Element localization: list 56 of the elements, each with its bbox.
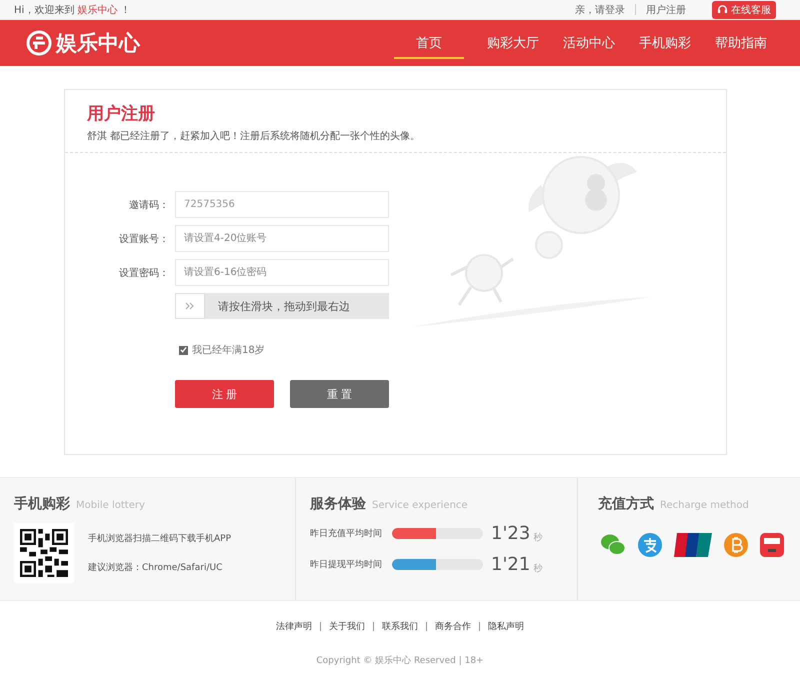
slider-hint: 请按住滑块，拖动到最右边 xyxy=(218,298,350,314)
section-subtitle: Mobile lottery xyxy=(76,500,145,511)
field-label: 设置账号： xyxy=(118,232,169,246)
logo-icon xyxy=(26,30,52,56)
stat-unit: 秒 xyxy=(533,562,542,575)
input-field[interactable]: 请设置6-16位密码 xyxy=(175,259,389,286)
top-link[interactable]: 用户注册 xyxy=(646,2,686,16)
section-title: 服务体验 xyxy=(310,495,366,513)
wallet-icon xyxy=(760,533,784,557)
footer-link[interactable]: 法律声明 xyxy=(276,620,312,633)
slider-handle[interactable] xyxy=(175,293,205,319)
slide-verify-track[interactable]: 请按住滑块，拖动到最右边 xyxy=(175,293,389,319)
stat-value: 1'23 xyxy=(491,523,530,544)
card-icon xyxy=(674,533,712,557)
info-text: 建议浏览器：Chrome/Safari/UC xyxy=(88,562,224,574)
logo-text: 娱乐中心 xyxy=(56,30,140,57)
nav-tab[interactable]: 帮助指南 xyxy=(702,20,780,66)
site-link[interactable]: 娱乐中心 xyxy=(77,2,118,16)
nav-tab[interactable]: 手机购彩 xyxy=(626,20,704,66)
field-label: 邀请码： xyxy=(128,198,169,212)
field-label: 设置密码： xyxy=(118,266,169,280)
nav-tab[interactable]: 购彩大厅 xyxy=(474,20,552,66)
page-title: 用户注册 xyxy=(87,103,156,125)
bitcoin-icon xyxy=(724,533,748,557)
chat-bubbles-icon xyxy=(600,533,626,557)
section-subtitle: Service experience xyxy=(372,500,468,511)
stat-label: 昨日提现平均时间 xyxy=(310,558,383,571)
stat-label: 昨日充值平均时间 xyxy=(310,528,383,540)
headset-icon xyxy=(717,4,728,15)
form-button[interactable]: 重 置 xyxy=(290,380,389,408)
footer-link[interactable]: 商务合作 xyxy=(435,620,471,633)
input-field[interactable]: 请设置4-20位账号 xyxy=(175,225,389,252)
info-text: 手机浏览器扫描二维码下载手机APP xyxy=(88,532,232,545)
nav-tab[interactable]: 活动中心 xyxy=(550,20,628,66)
section-title: 手机购彩 xyxy=(14,495,70,513)
chevrons-icon xyxy=(185,302,195,310)
checkbox-label: 我已经年满18岁 xyxy=(192,344,265,357)
top-link[interactable]: 亲，请登录 xyxy=(575,2,625,16)
stat-unit: 秒 xyxy=(533,532,542,544)
footer-link[interactable]: 关于我们 xyxy=(329,620,365,633)
copyright-text: Copyright © 娱乐中心 Reserved | 18+ xyxy=(316,654,484,667)
stat-value: 1'21 xyxy=(491,554,530,575)
footer-link[interactable]: 联系我们 xyxy=(382,620,418,633)
section-title: 充值方式 xyxy=(598,495,654,513)
nav-tab[interactable]: 首页 xyxy=(390,20,476,66)
qr-code-icon xyxy=(20,529,68,577)
checkbox[interactable] xyxy=(179,346,188,354)
online-service-button[interactable]: 在线客服 xyxy=(712,0,776,18)
footer-link[interactable]: 隐私声明 xyxy=(488,620,524,633)
welcome-text: Hi，欢迎来到 xyxy=(14,4,74,16)
section-subtitle: Recharge method xyxy=(660,500,749,511)
input-field[interactable]: 72575356 xyxy=(175,191,389,218)
welcome-text: ！ xyxy=(120,4,130,16)
form-button[interactable]: 注 册 xyxy=(175,380,274,408)
page-subtitle: 舒淇 都已经注册了，赶紧加入吧！注册后系统将随机分配一张个性的头像。 xyxy=(87,130,422,143)
alipay-icon xyxy=(638,533,662,557)
